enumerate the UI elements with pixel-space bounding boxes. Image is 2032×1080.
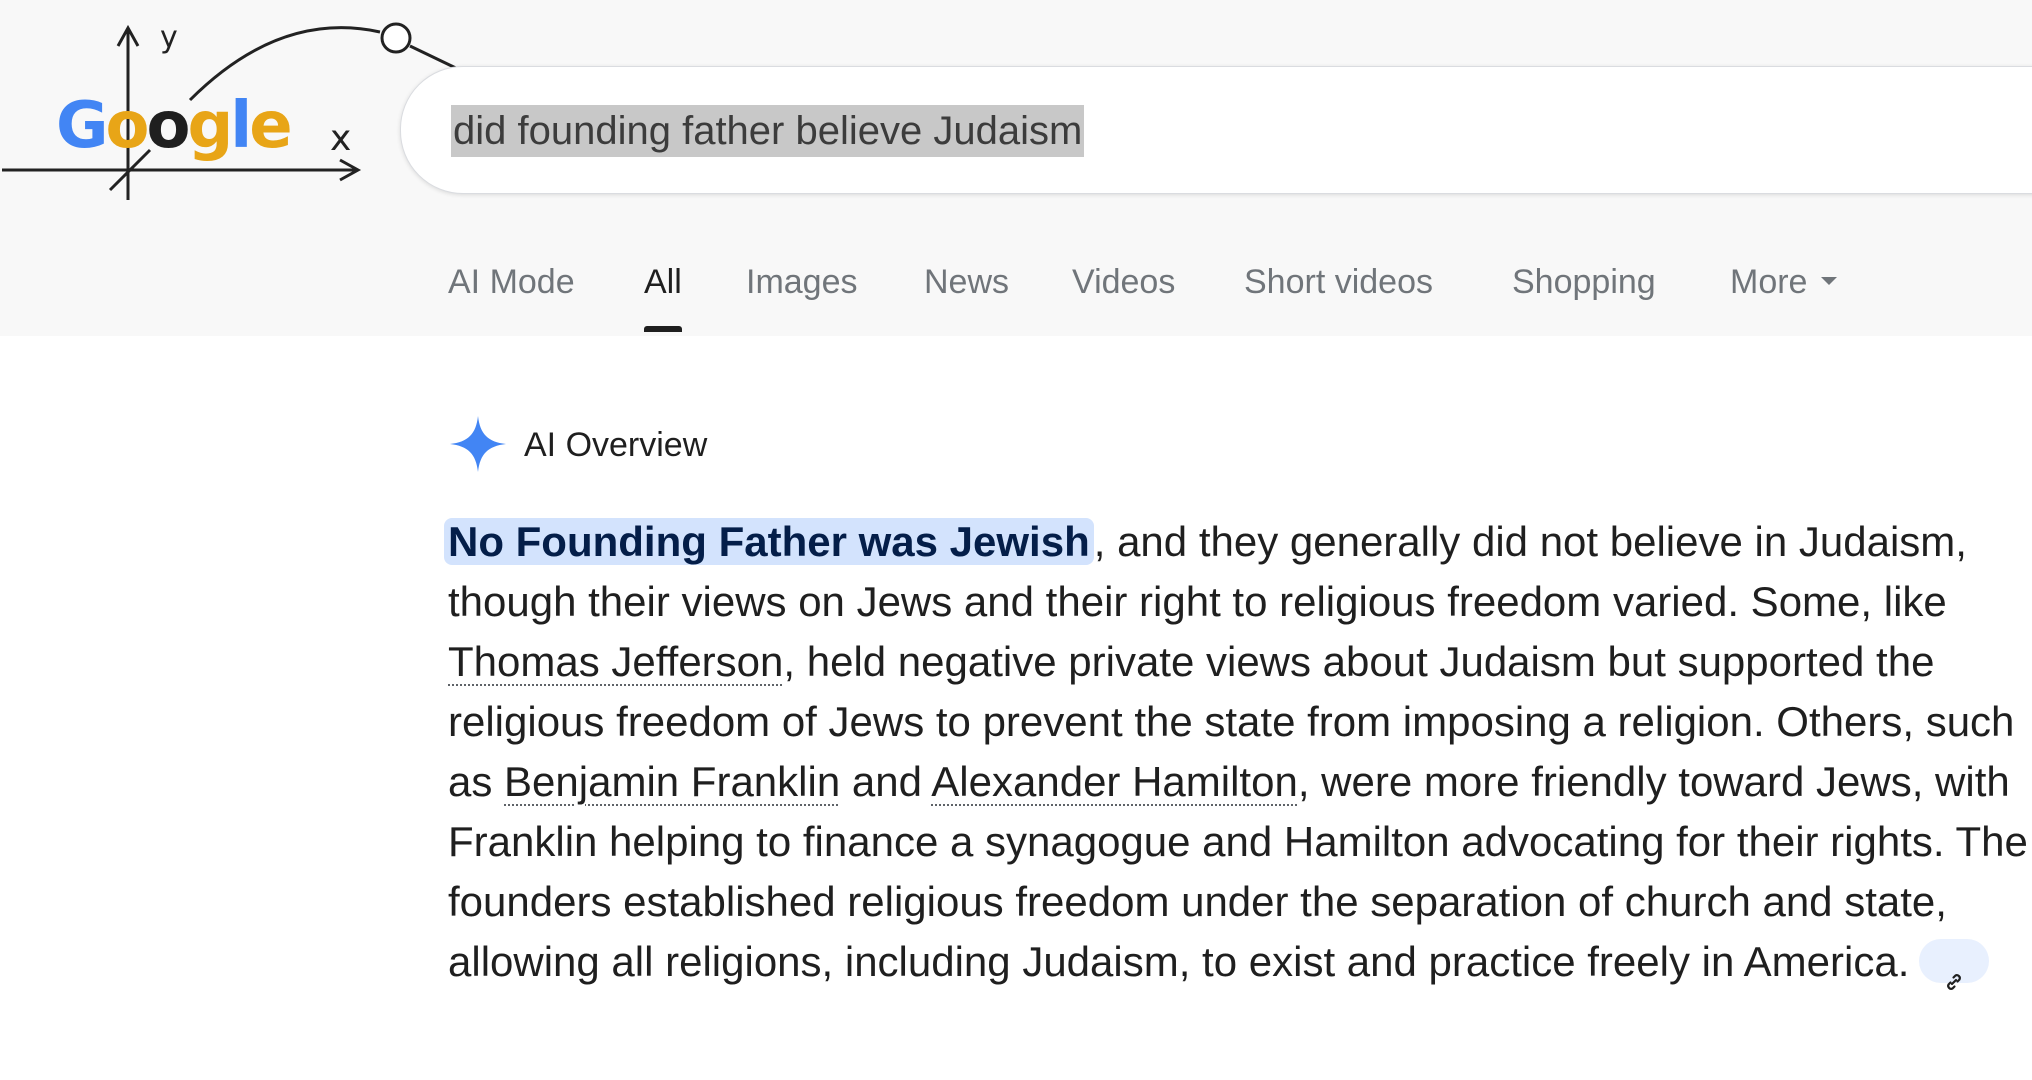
- highlighted-answer: No Founding Father was Jewish: [444, 518, 1094, 565]
- gemini-sparkle-icon: [450, 416, 506, 472]
- tab-label: More: [1730, 263, 1808, 301]
- entity-link-thomas-jefferson[interactable]: Thomas Jefferson: [448, 638, 783, 685]
- doodle-axis-y-label: y: [160, 20, 178, 55]
- tab-images[interactable]: Images: [746, 256, 858, 308]
- active-tab-indicator: [644, 326, 682, 332]
- chevron-down-icon: [1821, 277, 1838, 286]
- ai-overview-text: No Founding Father was Jewish, and they …: [444, 512, 2028, 992]
- tab-more[interactable]: More: [1730, 256, 1838, 308]
- tab-news[interactable]: News: [924, 256, 1009, 308]
- overview-text-segment: and: [840, 758, 932, 805]
- search-input[interactable]: did founding father believe Judaism: [451, 105, 1085, 157]
- tab-label: All: [644, 263, 682, 301]
- tab-label: Images: [746, 263, 858, 301]
- search-header: y x Google did founding father believe J…: [0, 0, 2032, 336]
- doodle-axis-x-label: x: [330, 118, 352, 159]
- search-box[interactable]: did founding father believe Judaism: [400, 66, 2032, 194]
- tab-label: Shopping: [1512, 263, 1656, 301]
- tab-shopping[interactable]: Shopping: [1512, 256, 1656, 308]
- tab-label: AI Mode: [448, 263, 575, 301]
- tab-label: News: [924, 263, 1010, 301]
- tab-short-videos[interactable]: Short videos: [1244, 256, 1433, 308]
- ai-overview-title: AI Overview: [524, 426, 708, 464]
- tab-videos[interactable]: Videos: [1072, 256, 1175, 308]
- tab-label: Videos: [1072, 263, 1176, 301]
- tab-label: Short videos: [1244, 263, 1433, 301]
- tab-ai-mode[interactable]: AI Mode: [448, 256, 575, 308]
- entity-link-alexander-hamilton[interactable]: Alexander Hamilton: [931, 758, 1298, 805]
- source-link-button[interactable]: [1919, 938, 1990, 990]
- google-logo: Google: [56, 89, 293, 163]
- tab-all[interactable]: All: [644, 256, 682, 332]
- entity-link-benjamin-franklin[interactable]: Benjamin Franklin: [504, 758, 840, 805]
- link-icon: [1947, 974, 1962, 990]
